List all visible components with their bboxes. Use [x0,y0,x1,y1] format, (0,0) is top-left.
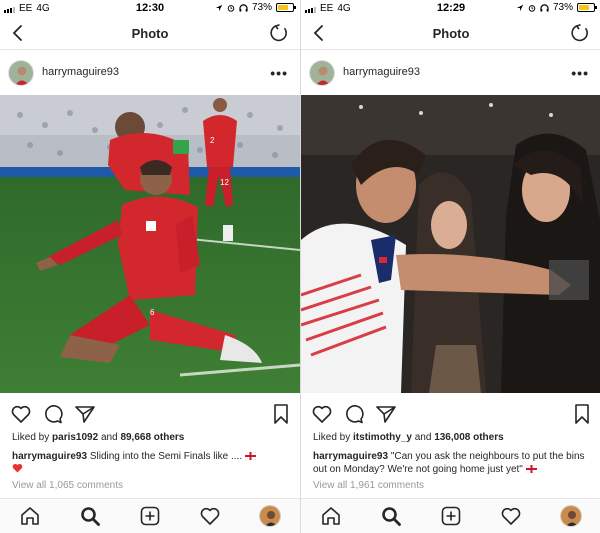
svg-text:2: 2 [210,136,215,145]
nav-bar: Photo [0,18,300,50]
caption-username[interactable]: harrymaguire93 [12,451,87,462]
page-title: Photo [131,26,169,41]
home-icon[interactable] [320,505,342,527]
view-comments-link[interactable]: View all 1,961 comments [313,480,424,491]
post-photo[interactable] [301,95,600,393]
search-icon[interactable] [380,505,402,527]
bookmark-icon[interactable] [571,403,593,425]
post-username[interactable]: harrymaguire93 [42,66,119,78]
heart-outline-icon[interactable] [199,505,221,527]
nav-bar: Photo [301,18,600,50]
heart-outline-icon[interactable] [500,505,522,527]
alarm-icon [528,4,536,12]
profile-tab-avatar[interactable] [560,505,582,527]
comment-icon[interactable] [343,403,365,425]
battery-percent: 73% [251,2,272,13]
search-icon[interactable] [79,505,101,527]
likes-and: and [414,432,432,443]
post-caption: harrymaguire93 "Can you ask the neighbou… [313,450,595,476]
post-photo[interactable]: 2 12 6 [0,95,300,393]
likes-prefix: Liked by [12,432,50,443]
liked-by-user[interactable]: itstimothy_y [353,432,412,443]
post-actions [301,401,600,425]
location-icon [215,4,223,11]
likes-text: Liked by paris1092 and 89,668 others [12,432,294,443]
likes-count[interactable]: 89,668 others [120,432,184,443]
instagram-post-screen-left: EE 4G 12:30 73% Photo harrymaguire93 ••• [0,0,300,533]
view-comments-link[interactable]: View all 1,065 comments [12,480,123,491]
likes-text: Liked by itstimothy_y and 136,008 others [313,432,595,443]
battery-percent: 73% [552,2,573,13]
liked-by-user[interactable]: paris1092 [52,432,98,443]
comment-icon[interactable] [42,403,64,425]
headphones-icon [239,3,248,12]
post-actions [0,401,300,425]
add-post-icon[interactable] [440,505,462,527]
battery-icon [577,3,597,12]
profile-tab-avatar[interactable] [259,505,281,527]
post-username[interactable]: harrymaguire93 [343,66,420,78]
send-icon[interactable] [375,403,397,425]
refresh-icon[interactable] [268,22,290,44]
more-dots-icon[interactable]: ••• [571,65,589,81]
likes-prefix: Liked by [313,432,351,443]
add-post-icon[interactable] [139,505,161,527]
likes-count[interactable]: 136,008 others [434,432,504,443]
england-flag-icon [525,465,537,474]
avatar[interactable] [309,60,335,86]
svg-text:12: 12 [220,178,229,187]
post-header: harrymaguire93 ••• [0,59,300,87]
send-icon[interactable] [74,403,96,425]
heart-icon[interactable] [10,403,32,425]
heart-icon[interactable] [311,403,333,425]
status-bar: EE 4G 12:29 73% [301,0,600,18]
home-icon[interactable] [19,505,41,527]
caption-username[interactable]: harrymaguire93 [313,451,388,462]
more-dots-icon[interactable]: ••• [270,65,288,81]
bottom-tab-bar [0,498,300,533]
likes-and: and [100,432,118,443]
battery-icon [276,3,296,12]
bookmark-icon[interactable] [270,403,292,425]
location-icon [516,4,524,11]
instagram-post-screen-right: EE 4G 12:29 73% Photo harrymaguire93 ••• [300,0,600,533]
avatar[interactable] [8,60,34,86]
red-heart-icon [12,463,23,473]
alarm-icon [227,4,235,12]
page-title: Photo [432,26,470,41]
bottom-tab-bar [301,498,600,533]
england-flag-icon [244,452,256,461]
post-caption: harrymaguire93 Sliding into the Semi Fin… [12,450,294,477]
refresh-icon[interactable] [569,22,591,44]
post-header: harrymaguire93 ••• [301,59,600,87]
caption-text: Sliding into the Semi Finals like .... [89,451,243,462]
svg-text:6: 6 [150,308,155,317]
status-bar: EE 4G 12:30 73% [0,0,300,18]
headphones-icon [540,3,549,12]
